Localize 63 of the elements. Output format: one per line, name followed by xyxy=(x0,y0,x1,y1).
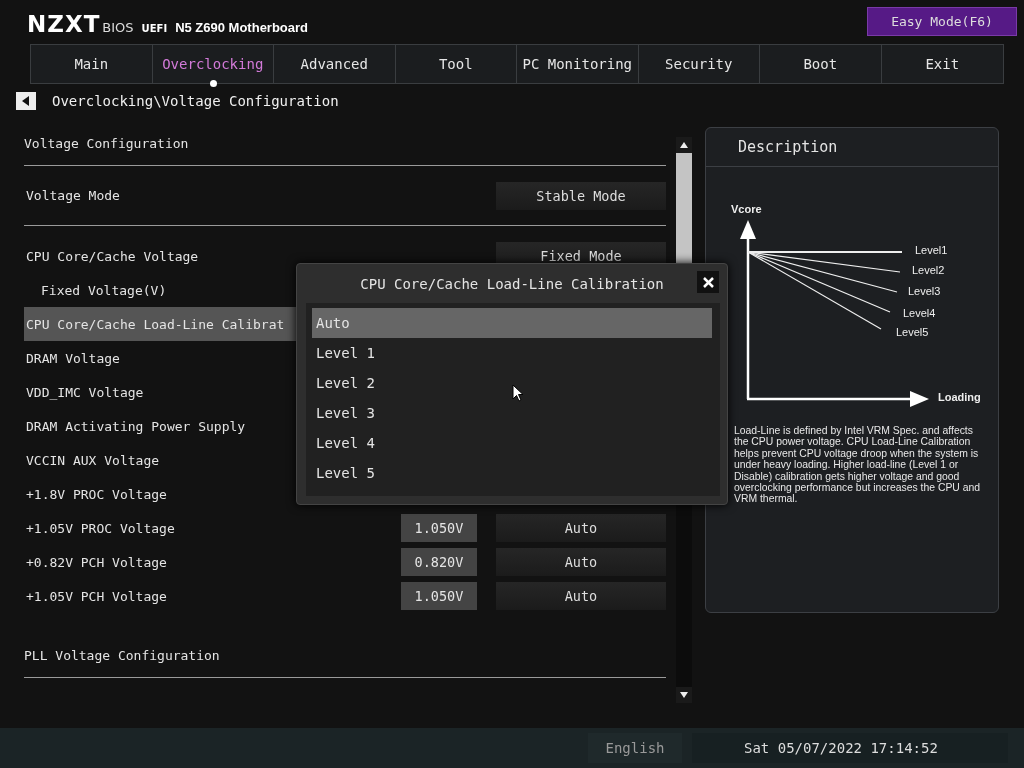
curve-label: Level5 xyxy=(896,326,929,338)
option-item[interactable]: Level 3 xyxy=(312,398,712,428)
setting-row[interactable]: +1.05V PCH Voltage 1.050V Auto xyxy=(24,579,666,613)
menu-tab[interactable]: Advanced xyxy=(274,45,396,83)
brand-logo: NZXT xyxy=(27,11,101,37)
scroll-down-button[interactable] xyxy=(676,687,692,703)
language-button[interactable]: English xyxy=(588,733,682,763)
setting-row[interactable]: Voltage Configuration xyxy=(24,122,666,166)
active-tab-indicator xyxy=(210,80,218,87)
menu-tab[interactable]: PC Monitoring xyxy=(517,45,639,83)
close-button[interactable] xyxy=(697,271,719,293)
option-item[interactable]: Level 2 xyxy=(312,368,712,398)
menu-tab[interactable]: Tool xyxy=(395,45,517,83)
axis-label: Vcore xyxy=(731,203,762,215)
description-text: Load-Line is defined by Intel VRM Spec. and affects the CPU power voltage. CPU Load-Line Calibration helps prevent CPU voltage droop when the system is under heavy loading. Higher load-line (Level 1 or Disable) calibration gets higher voltage and good overclocking performance but increases the CPU and VRM thermal. xyxy=(734,425,982,505)
axis-label: Loading xyxy=(938,391,981,403)
back-arrow-icon xyxy=(22,96,30,106)
setting-label: CPU Core/Cache Voltage xyxy=(26,248,199,264)
panel-title: Description xyxy=(738,138,838,156)
product-label: BIOS xyxy=(102,20,134,35)
setting-label: +1.05V PROC Voltage xyxy=(26,520,175,536)
menu-tab[interactable]: Security xyxy=(638,45,760,83)
dialog-title: CPU Core/Cache Load-Line Calibration xyxy=(360,275,664,292)
voltage-reading: 1.050V xyxy=(401,582,477,610)
setting-row[interactable]: +1.05V PROC Voltage 1.050V Auto xyxy=(24,511,666,545)
setting-label: Voltage Mode xyxy=(26,188,120,203)
setting-row[interactable]: PLL Voltage Configuration xyxy=(24,613,666,678)
option-button[interactable]: Stable Mode xyxy=(496,181,666,210)
option-button[interactable]: Auto xyxy=(496,582,666,610)
back-button[interactable] xyxy=(16,92,36,110)
down-arrow-icon xyxy=(680,692,688,698)
setting-label: PLL Voltage Configuration xyxy=(24,648,220,663)
setting-row[interactable]: Voltage Mode Stable Mode xyxy=(24,166,666,226)
curve-label: Level3 xyxy=(908,285,941,297)
breadcrumb-path: Overclocking\Voltage Configuration xyxy=(52,93,339,109)
option-item[interactable]: Level 4 xyxy=(312,428,712,458)
menu-tab[interactable]: Main xyxy=(31,45,153,83)
setting-label: +1.05V PCH Voltage xyxy=(26,588,167,604)
setting-row[interactable]: +0.82V PCH Voltage 0.820V Auto xyxy=(24,545,666,579)
option-button[interactable]: Auto xyxy=(496,514,666,542)
setting-label: +0.82V PCH Voltage xyxy=(26,554,167,570)
option-item[interactable]: Level 1 xyxy=(312,338,712,368)
model-name: N5 Z690 Motherboard xyxy=(175,20,309,35)
option-button[interactable]: Auto xyxy=(496,548,666,576)
setting-label: +1.8V PROC Voltage xyxy=(26,486,167,502)
scroll-up-button[interactable] xyxy=(676,137,692,153)
mouse-pointer-icon xyxy=(512,384,524,402)
firmware-label: UEFI xyxy=(141,23,168,34)
up-arrow-icon xyxy=(680,142,688,148)
date-time: Sat 05/07/2022 17:14:52 xyxy=(692,733,1008,763)
menu-tab[interactable]: Boot xyxy=(760,45,882,83)
curve-label: Level2 xyxy=(912,264,945,276)
voltage-reading: 0.820V xyxy=(401,548,477,576)
option-item[interactable]: Auto xyxy=(312,308,712,338)
setting-label: CPU Core/Cache Load-Line Calibrat xyxy=(26,316,285,332)
close-icon xyxy=(702,276,714,288)
option-item[interactable]: Level 5 xyxy=(312,458,712,488)
voltage-reading: 1.050V xyxy=(401,514,477,542)
curve-label: Level4 xyxy=(903,307,936,319)
curve-label: Level1 xyxy=(915,244,948,256)
easy-mode-button[interactable]: Easy Mode(F6) xyxy=(867,7,1017,36)
menu-tab[interactable]: Exit xyxy=(881,45,1003,83)
setting-label: Voltage Configuration xyxy=(24,136,189,151)
